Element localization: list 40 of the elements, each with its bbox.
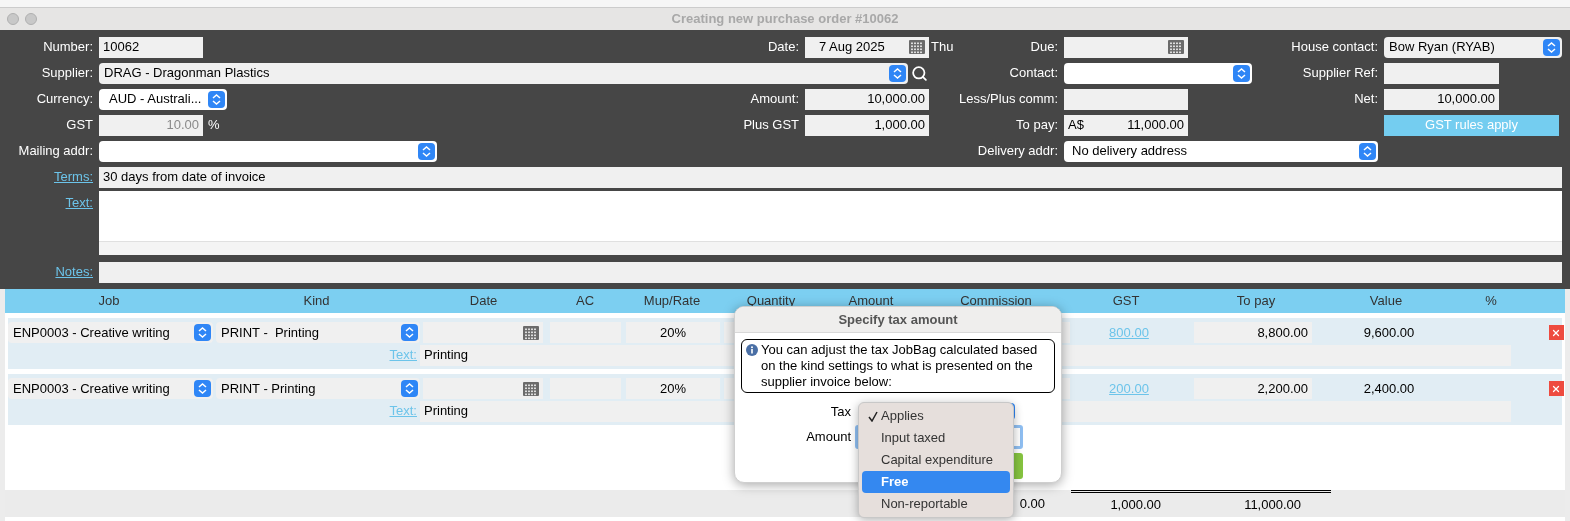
field-label: Currency: [36,90,93,109]
column-header: To pay [1235,292,1277,311]
column-header: % [1484,292,1498,311]
column-header: Mup/Rate [642,292,702,311]
field-label: Supplier Ref: [1302,64,1378,83]
field-label: GST [66,116,93,135]
column-header: AC [574,292,596,311]
field-label: Tax [830,402,851,421]
field-label: Mailing addr: [18,142,93,161]
field-label: Date: [767,38,799,57]
window-title: Creating new purchase order #10062 [671,10,899,29]
field-label: Contact: [1009,64,1058,83]
field-label: % [208,116,220,135]
total-cell-text: 1,000.00 [1110,496,1161,515]
column-header: Job [97,292,121,311]
column-header: Kind [302,292,331,311]
field-label: Amount [806,428,851,447]
column-header: Commission [959,292,1033,311]
dialog-title: Specify tax amount [838,310,958,329]
column-header: Value [1368,292,1404,311]
field-label: Less/Plus comm: [959,90,1058,109]
field-label: Due: [1030,38,1058,57]
field-label: House contact: [1291,38,1378,57]
field-label: Net: [1354,90,1378,109]
column-header: Quantity [745,292,797,311]
total-cell-text: 0.00 [1019,494,1045,513]
field-label: Amount: [750,90,799,109]
field-label: To pay: [1016,116,1058,135]
column-header: Date [468,292,499,311]
field-label: Delivery addr: [977,142,1058,161]
field-label: Plus GST [743,116,799,135]
total-cell-text: 11,000.00 [1244,496,1301,515]
table-cell-text: 9,600.00 [1363,323,1415,342]
column-header: GST [1111,292,1141,311]
table-cell-text: 2,400.00 [1363,379,1415,398]
field-label: Thu [931,38,954,57]
info-message: You can adjust the tax JobBag calculated based on the kind settings to what is presented on the supplier invoice below: [761,342,1039,390]
field-label: Number: [43,38,93,57]
column-header: Amount [847,292,895,311]
field-label: Supplier: [41,64,93,83]
